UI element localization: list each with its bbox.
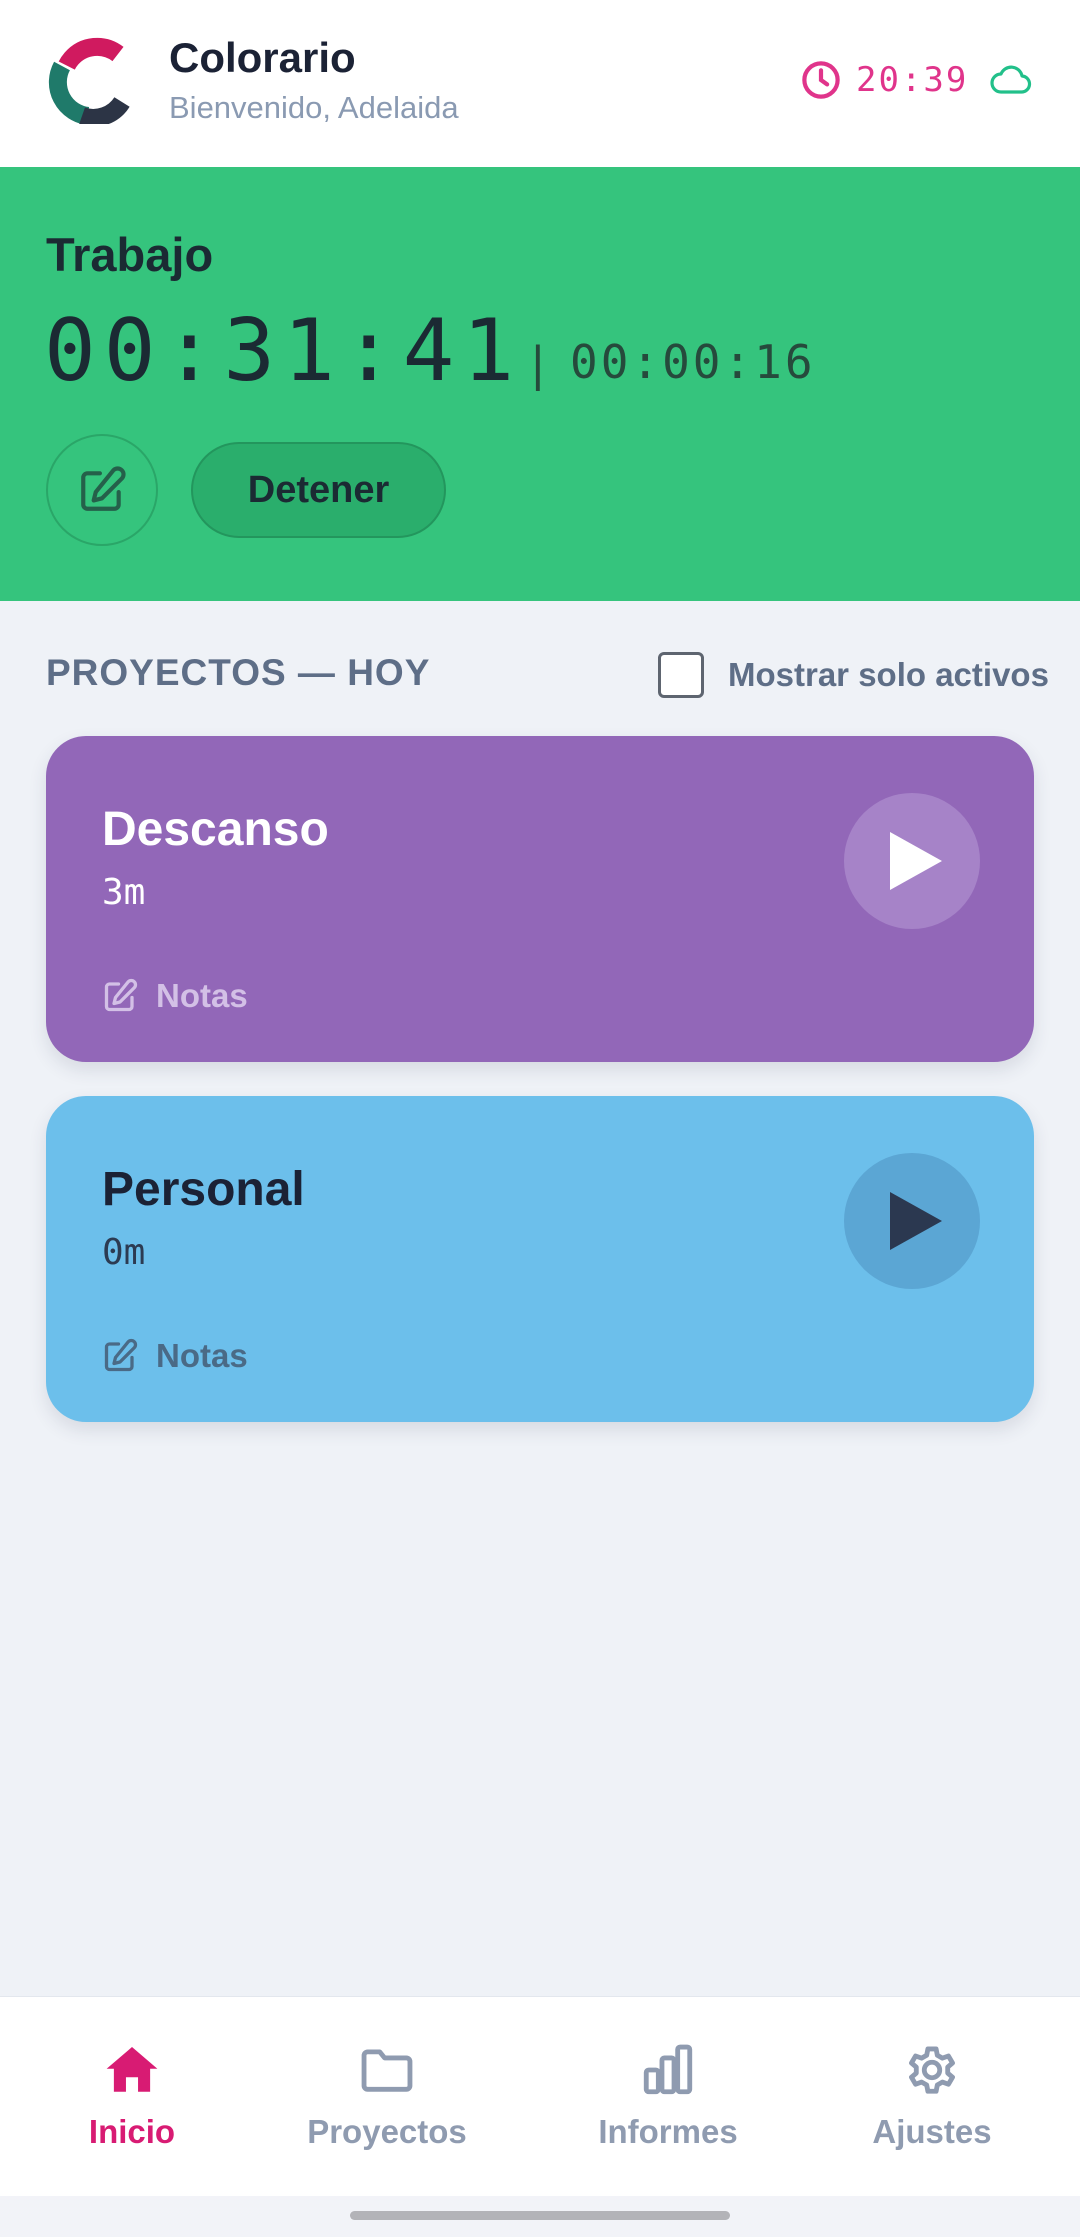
edit-icon [104, 1338, 138, 1372]
notes-button[interactable]: Notas [102, 1336, 248, 1376]
timer-separator: | [524, 337, 552, 391]
edit-icon [81, 466, 126, 511]
current-time: 20:39 [800, 56, 968, 104]
app-logo [48, 37, 130, 124]
project-name: Descanso [102, 803, 329, 856]
welcome-text: Bienvenido, Adelaida [169, 90, 459, 125]
start-timer-button[interactable] [844, 793, 980, 929]
edit-timer-button[interactable] [46, 434, 158, 546]
projects-section-title: PROYECTOS — HOY [46, 652, 431, 693]
active-only-filter[interactable]: Mostrar solo activos [658, 652, 1049, 698]
start-timer-button[interactable] [844, 1153, 980, 1289]
total-elapsed-time: 00:31:41 [44, 301, 523, 401]
project-time: 3m [102, 872, 146, 913]
edit-icon [104, 978, 138, 1012]
project-card-personal[interactable]: Personal 0m Notas [46, 1096, 1034, 1422]
bottom-navigation: Inicio Proyectos Informes Ajustes [0, 1996, 1080, 2196]
home-icon [106, 2047, 158, 2092]
folder-icon [361, 2049, 413, 2092]
play-icon [890, 1192, 942, 1250]
gear-icon [909, 2046, 955, 2094]
clock-icon [802, 61, 840, 99]
active-only-checkbox[interactable] [658, 652, 704, 698]
nav-label: Ajustes [872, 2113, 992, 2150]
nav-item-ajustes[interactable]: Ajustes [832, 2041, 1032, 2151]
active-only-label[interactable]: Mostrar solo activos [728, 656, 1049, 694]
nav-item-proyectos[interactable]: Proyectos [287, 2041, 487, 2151]
nav-item-inicio[interactable]: Inicio [32, 2041, 232, 2151]
nav-label: Proyectos [307, 2113, 467, 2150]
bar-chart-icon [643, 2044, 693, 2095]
app-header: Colorario Bienvenido, Adelaida 20:39 [0, 0, 1080, 167]
project-name: Personal [102, 1163, 305, 1216]
stop-button[interactable]: Detener [191, 442, 446, 538]
clock-time-text: 20:39 [856, 60, 969, 100]
notes-button[interactable]: Notas [102, 976, 248, 1016]
play-icon [890, 832, 942, 890]
home-indicator[interactable] [350, 2211, 730, 2220]
project-card-descanso[interactable]: Descanso 3m Notas [46, 736, 1034, 1062]
nav-item-informes[interactable]: Informes [568, 2041, 768, 2151]
notes-label: Notas [156, 977, 248, 1014]
nav-label: Informes [598, 2113, 738, 2150]
cloud-icon[interactable] [990, 62, 1032, 96]
notes-label: Notas [156, 1337, 248, 1374]
active-project-name: Trabajo [46, 228, 214, 281]
nav-label: Inicio [88, 2113, 176, 2150]
app-title: Colorario [169, 34, 356, 81]
active-timer-panel: Trabajo 00:31:41 | 00:00:16 Detener [0, 167, 1080, 601]
project-time: 0m [102, 1232, 146, 1273]
session-elapsed-time: 00:00:16 [570, 335, 816, 389]
